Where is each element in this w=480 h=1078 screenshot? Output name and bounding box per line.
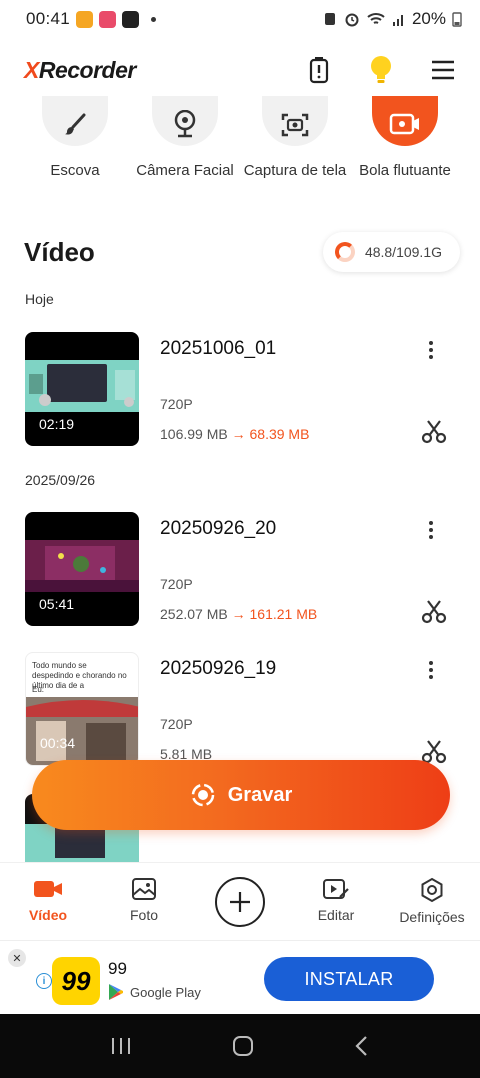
ad-banner[interactable]: ✕ i 99 99 Google Play INSTALAR [0,940,480,1014]
alarm-icon [324,13,335,25]
video-section-header: Vídeo 48.8/109.1G [24,228,460,276]
app-logo: XRecorder [24,56,136,83]
tool-face-camera[interactable]: Câmera Facial [125,96,245,179]
more-notifications-icon [151,16,157,22]
storage-ring-icon [334,242,355,262]
video-size: 106.99 MB → 68.39 MB [160,426,310,442]
webcam-icon [152,96,218,146]
video-thumbnail[interactable]: 05:41 [25,512,139,626]
more-options-icon[interactable] [421,658,441,682]
tool-brush[interactable]: Escova [15,96,135,179]
app-notification-icon [99,10,117,28]
lightbulb-icon[interactable] [368,55,394,85]
video-duration: 05:41 [39,596,75,612]
ad-app-name: 99 [108,959,127,978]
video-size: 252.07 MB → 161.21 MB [160,606,318,622]
video-name: 20251006_01 [160,338,277,359]
recent-apps-icon[interactable] [110,1036,132,1056]
status-bar: 00:41 20% [0,0,480,38]
nav-settings[interactable]: Definições [384,863,480,940]
ad-store: Google Play [108,983,201,1001]
edit-video-icon [323,879,349,899]
alarm-clock-icon [345,13,359,27]
scissors-icon[interactable] [421,418,447,444]
photo-icon [132,878,156,900]
video-item[interactable]: Todo mundo se despedindo e chorando no ú… [25,652,455,766]
info-icon[interactable]: i [36,973,52,989]
ad-app-logo[interactable]: 99 [52,957,100,1005]
video-thumbnail[interactable]: Todo mundo se despedindo e chorando no ú… [25,652,139,766]
tool-label: Captura de tela [243,162,347,179]
video-item[interactable]: 02:19 20251006_01 720P 106.99 MB → 68.39… [25,332,455,446]
floating-ball-icon [372,96,438,146]
bottom-nav: Vídeo Foto Editar Definições [0,862,480,940]
brush-icon [42,96,108,146]
nav-label: Foto [129,907,158,923]
thumbnail-image [25,540,139,592]
video-thumbnail[interactable]: 02:19 [25,332,139,446]
nav-video[interactable]: Vídeo [0,863,96,940]
thumbnail-caption-2: Eu: [32,685,45,694]
system-nav-bar [0,1014,480,1078]
thumbnail-caption: Todo mundo se despedindo e chorando no ú… [32,661,127,690]
section-title: Vídeo [24,236,95,267]
scissors-icon[interactable] [421,738,447,764]
record-label: Gravar [227,783,293,806]
scissors-icon[interactable] [421,598,447,624]
status-time: 00:41 [26,9,71,28]
app-notification-icon [76,10,94,28]
install-button[interactable]: INSTALAR [264,957,434,1001]
battery-saver-icon[interactable] [306,55,332,85]
tool-screenshot[interactable]: Captura de tela [235,96,355,179]
video-duration: 02:19 [39,416,75,432]
nav-add[interactable] [192,863,288,940]
battery-icon [452,12,462,27]
battery-percent: 20% [411,9,446,28]
close-icon[interactable]: ✕ [8,949,26,967]
tool-label: Bola flutuante [359,162,451,179]
video-resolution: 720P [160,716,193,732]
nav-edit[interactable]: Editar [288,863,384,940]
date-group-label: 2025/09/26 [25,472,96,488]
video-name: 20250926_19 [160,658,277,679]
storage-indicator[interactable]: 48.8/109.1G [322,232,460,272]
video-name: 20250926_20 [160,518,277,539]
nav-label: Definições [399,909,465,925]
home-icon[interactable] [232,1035,254,1057]
video-item[interactable]: 05:41 20250926_20 720P 252.07 MB → 161.2… [25,512,455,626]
storage-text: 48.8/109.1G [364,244,442,260]
add-icon [215,876,265,927]
youtube-icon [122,10,140,28]
nav-label: Vídeo [28,907,68,923]
video-camera-icon [34,881,62,897]
more-options-icon[interactable] [421,338,441,362]
tool-label: Câmera Facial [136,162,234,179]
thumbnail-image [25,360,139,412]
tool-floating-ball[interactable]: Bola flutuante [345,96,465,179]
video-duration: 00:34 [40,735,76,751]
tool-label: Escova [50,162,100,179]
record-icon [191,783,214,807]
video-resolution: 720P [160,576,193,592]
screenshot-icon [262,96,328,146]
back-icon[interactable] [354,1035,370,1057]
google-play-icon [109,984,123,1000]
date-group-label: Hoje [25,291,54,307]
nav-photo[interactable]: Foto [96,863,192,940]
app-header: XRecorder [0,44,480,96]
wifi-icon [367,13,385,24]
thumbnail-image [26,697,138,765]
menu-icon[interactable] [430,55,456,85]
more-options-icon[interactable] [421,518,441,542]
nav-label: Editar [317,907,355,923]
settings-icon [421,877,443,903]
video-resolution: 720P [160,396,193,412]
signal-icon [392,15,403,26]
record-button[interactable]: Gravar [32,760,450,830]
tools-row: Escova Câmera Facial Captura de tela Bol… [0,96,480,192]
